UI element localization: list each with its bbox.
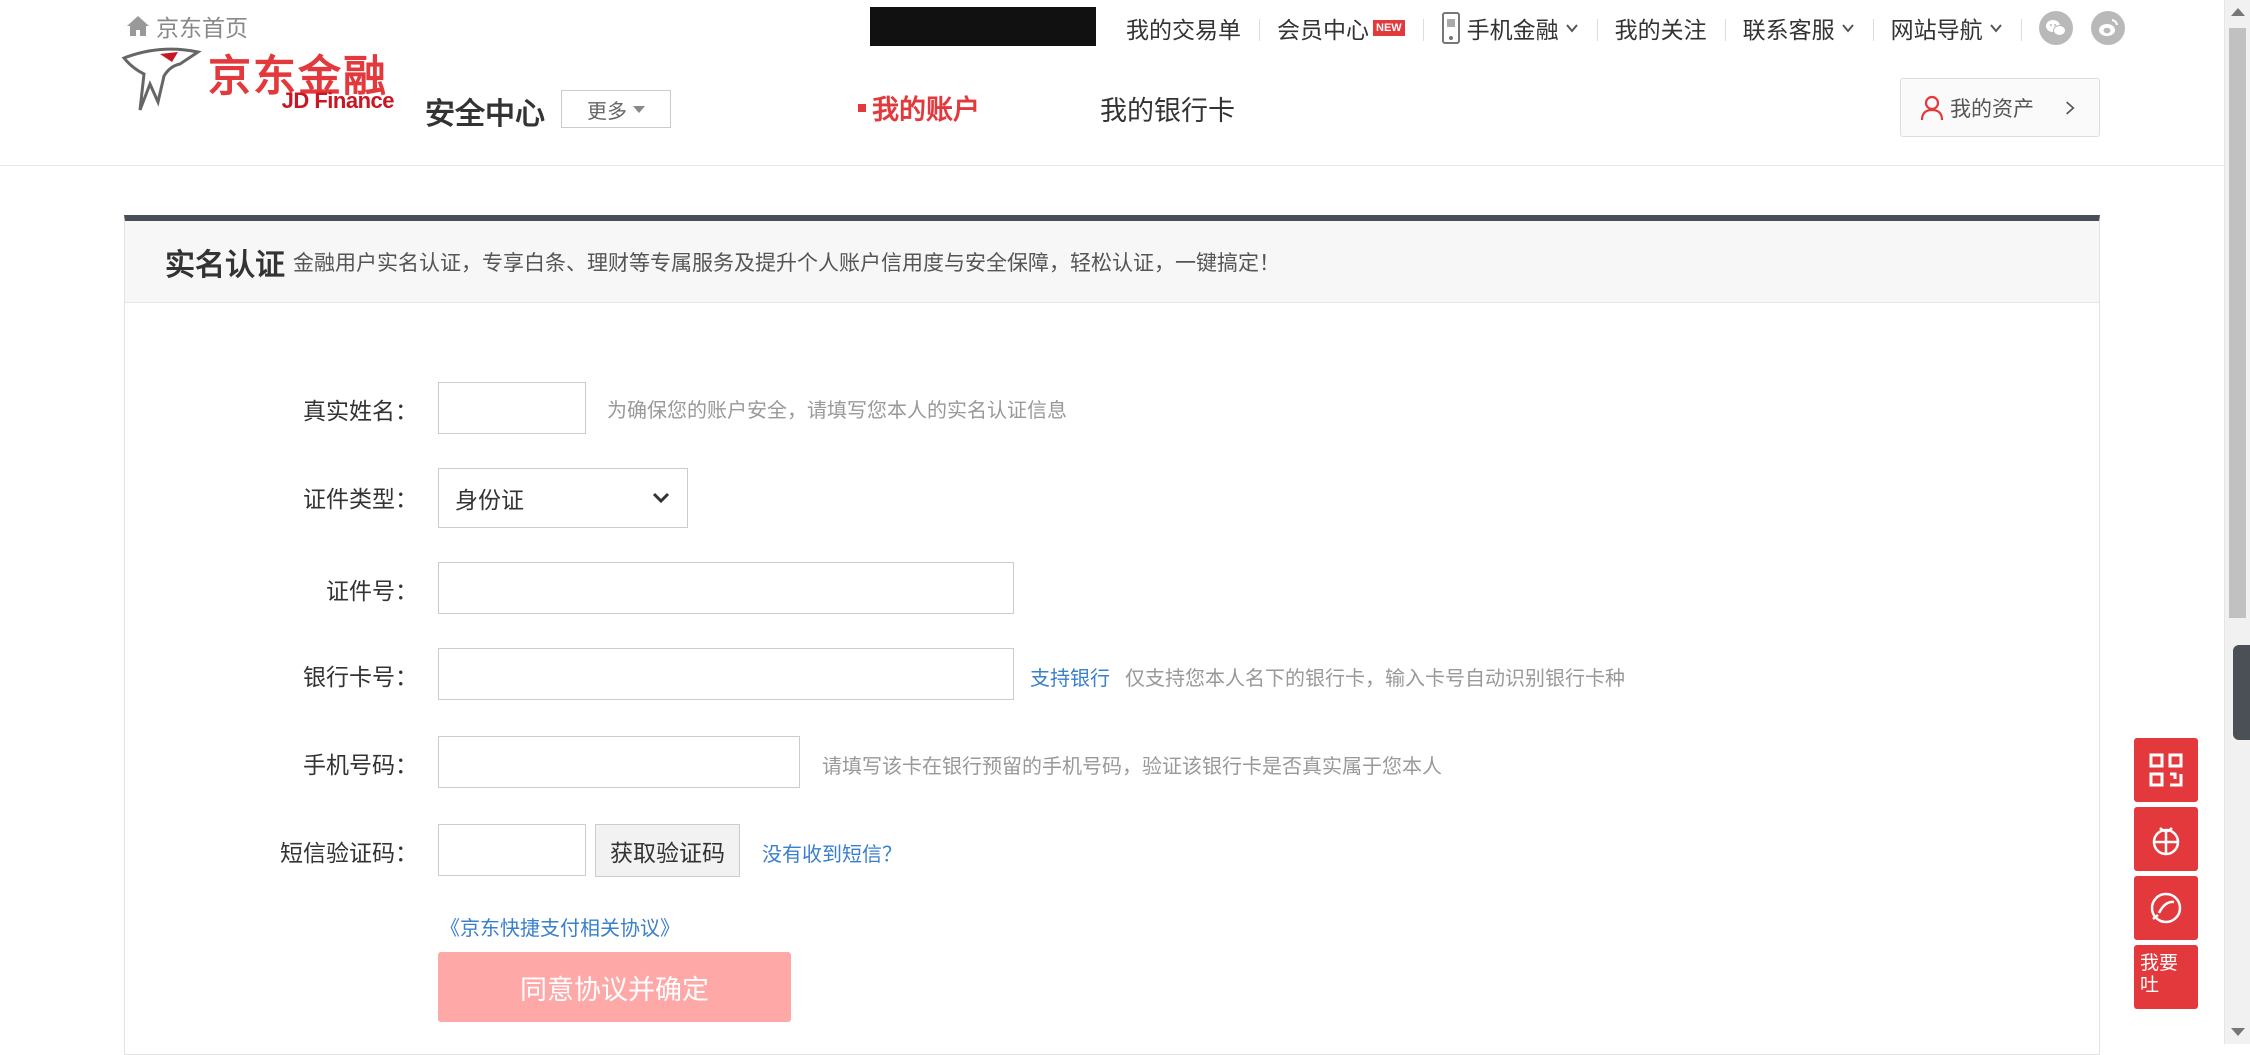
name-hint: 为确保您的账户安全，请填写您本人的实名认证信息 [607, 398, 1067, 422]
scroll-up-arrow-icon[interactable] [2231, 8, 2245, 16]
bank-card-hint: 仅支持您本人名下的银行卡，输入卡号自动识别银行卡种 [1125, 666, 1625, 690]
id-type-label: 证件类型： [303, 487, 418, 513]
id-number-label: 证件号： [326, 579, 418, 605]
supported-banks-link[interactable]: 支持银行 [1030, 662, 1110, 691]
more-dropdown[interactable]: 更多 [561, 90, 671, 128]
more-dropdown-label: 更多 [587, 98, 627, 123]
home-icon [127, 16, 149, 36]
id-number-input[interactable] [438, 562, 1014, 614]
phone-hint: 请填写该卡在银行预留的手机号码，验证该银行卡是否真实属于您本人 [822, 754, 1442, 778]
jd-finance-logo[interactable]: 京东金融 JD Finance [120, 40, 400, 120]
gift-button[interactable] [2134, 807, 2198, 871]
feedback-button[interactable]: 我要吐 [2134, 945, 2198, 1009]
home-link[interactable]: 京东首页 [126, 10, 248, 42]
chat-icon [2150, 892, 2182, 924]
qr-code-button[interactable] [2134, 738, 2198, 802]
panel-header: 实名认证 金融用户实名认证，专享白条、理财等专属服务及提升个人账户信用度与安全保… [125, 221, 2099, 303]
logo-english: JD Finance [281, 88, 395, 113]
get-sms-code-button[interactable]: 获取验证码 [595, 824, 740, 877]
name-label: 真实姓名： [303, 399, 418, 425]
weibo-icon[interactable] [2090, 11, 2125, 45]
nav-member-center[interactable]: 会员中心 NEW [1259, 13, 1423, 44]
phone-icon [1441, 12, 1460, 44]
wechat-icon[interactable] [2038, 11, 2073, 45]
nav-site-navigation-label: 网站导航 [1890, 18, 1983, 44]
bank-card-input[interactable] [438, 648, 1014, 700]
redacted-user-area [870, 7, 1096, 46]
real-name-input[interactable] [438, 382, 586, 434]
nav-my-follow-label: 我的关注 [1614, 18, 1707, 44]
nav-member-center-label: 会员中心 [1277, 18, 1369, 44]
header-divider [0, 165, 2224, 166]
nav-customer-service-label: 联系客服 [1742, 18, 1835, 44]
security-center-title: 安全中心 [425, 97, 545, 132]
phone-input[interactable] [438, 736, 800, 788]
nav-site-navigation[interactable]: 网站导航 [1872, 13, 2021, 44]
agreement-link[interactable]: 《京东快捷支付相关协议》 [440, 912, 680, 941]
nav-my-follow[interactable]: 我的关注 [1596, 13, 1725, 44]
home-link-label: 京东首页 [156, 16, 248, 42]
scroll-thumb[interactable] [2229, 28, 2246, 618]
tab-my-account-label: 我的账户 [872, 95, 980, 126]
id-type-select[interactable]: 身份证 [438, 468, 688, 528]
sms-code-input[interactable] [438, 824, 586, 876]
qr-code-icon [2149, 753, 2183, 787]
no-sms-link[interactable]: 没有收到短信？ [762, 838, 902, 867]
social-links [2020, 11, 2143, 45]
side-panel-handle[interactable] [2233, 645, 2250, 740]
scroll-down-arrow-icon[interactable] [2231, 1028, 2245, 1036]
tab-my-bank-card[interactable]: 我的银行卡 [1100, 89, 1235, 128]
agree-submit-button[interactable]: 同意协议并确定 [438, 952, 791, 1022]
user-icon [1920, 95, 1944, 120]
my-assets-label: 我的资产 [1950, 96, 2034, 121]
tab-my-account[interactable]: 我的账户 [858, 88, 980, 127]
chevron-down-icon [1841, 24, 1854, 33]
real-name-auth-panel: 实名认证 金融用户实名认证，专享白条、理财等专属服务及提升个人账户信用度与安全保… [124, 215, 2100, 1055]
active-tab-marker [858, 103, 866, 112]
nav-my-orders[interactable]: 我的交易单 [1108, 13, 1259, 44]
id-type-value: 身份证 [455, 488, 524, 514]
page-scrollbar[interactable] [2224, 0, 2250, 1044]
jd-dog-mascot-icon [121, 47, 202, 111]
sms-code-label: 短信验证码： [280, 841, 418, 867]
top-nav: 我的交易单 会员中心 NEW 手机金融 我的关注 联系客服 网站导航 [1108, 8, 2143, 48]
chevron-down-icon [1989, 24, 2002, 33]
panel-description: 金融用户实名认证，专享白条、理财等专属服务及提升个人账户信用度与安全保障，轻松认… [293, 250, 1280, 275]
gift-icon [2152, 827, 2180, 856]
nav-mobile-finance[interactable]: 手机金融 [1422, 12, 1597, 44]
nav-my-orders-label: 我的交易单 [1126, 18, 1241, 44]
chevron-down-icon [652, 492, 670, 504]
chat-button[interactable] [2134, 876, 2198, 940]
nav-customer-service[interactable]: 联系客服 [1724, 13, 1873, 44]
phone-label: 手机号码： [303, 753, 418, 779]
chevron-right-icon [2066, 101, 2075, 114]
new-badge: NEW [1373, 20, 1405, 36]
caret-down-icon [633, 105, 645, 113]
my-assets-button[interactable]: 我的资产 [1900, 78, 2100, 137]
feedback-label: 我要吐 [2140, 952, 2179, 996]
chevron-down-icon [1565, 24, 1578, 33]
bank-card-label: 银行卡号： [303, 665, 418, 691]
nav-mobile-finance-label: 手机金融 [1466, 18, 1559, 44]
panel-title: 实名认证 [165, 247, 285, 283]
